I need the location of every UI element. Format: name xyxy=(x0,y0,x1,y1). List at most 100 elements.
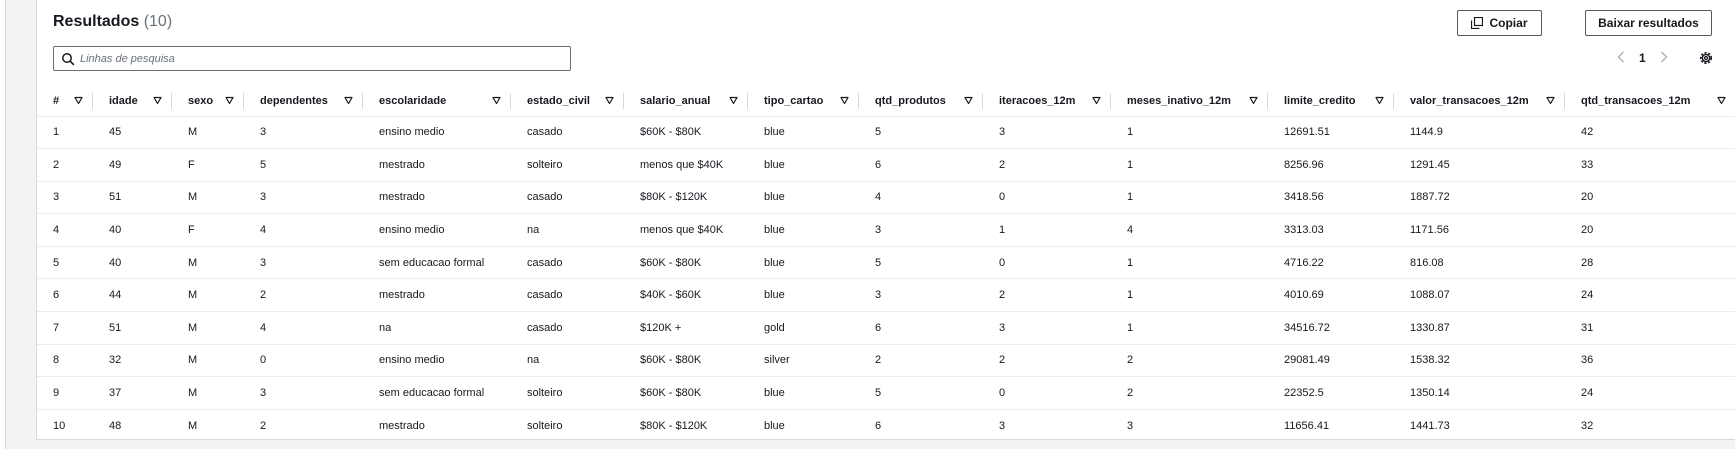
table-cell: M xyxy=(172,408,244,442)
chevron-left-icon[interactable] xyxy=(1617,50,1625,66)
table-cell: 1538.32 xyxy=(1394,343,1565,377)
gear-icon[interactable] xyxy=(1698,50,1714,66)
table-cell: 0 xyxy=(244,343,363,377)
sort-caret-down-icon[interactable] xyxy=(840,96,849,105)
table-row[interactable]: 1 45 M 3 ensino medio casado $60K - $80K blue 5 3… xyxy=(37,115,1735,149)
table-cell: na xyxy=(511,343,624,377)
table-row[interactable]: 7 51 M 4 na casado $120K + gold 6 3 1 34516.72 1330.… xyxy=(37,311,1735,345)
column-header-label: dependentes xyxy=(260,94,328,107)
table-cell: 24 xyxy=(1565,376,1735,410)
sort-caret-down-icon[interactable] xyxy=(1717,96,1726,105)
column-header-valor_transacoes_12m[interactable]: valor_transacoes_12m xyxy=(1394,86,1565,117)
sort-caret-down-icon[interactable] xyxy=(729,96,738,105)
column-header-qtd_produtos[interactable]: qtd_produtos xyxy=(859,86,983,117)
table-cell: M xyxy=(172,245,244,279)
table-cell: 36 xyxy=(1565,343,1735,377)
table-cell: M xyxy=(172,180,244,214)
table-cell: solteiro xyxy=(511,148,624,182)
table-cell: 6 xyxy=(859,148,983,182)
table-row[interactable]: 6 44 M 2 mestrado casado $40K - $60K blue 3 2 1 401… xyxy=(37,278,1735,312)
results-title-label: Resultados xyxy=(53,13,140,30)
table-cell: mestrado xyxy=(363,408,511,442)
column-header-index[interactable]: # xyxy=(37,86,93,117)
column-header-label: estado_civil xyxy=(527,94,590,107)
table-cell: 40 xyxy=(93,213,172,247)
table-cell: 32 xyxy=(1565,408,1735,442)
table-cell: gold xyxy=(748,311,859,345)
table-cell: blue xyxy=(748,180,859,214)
table-cell: menos que $40K xyxy=(624,213,748,247)
table-cell: 22352.5 xyxy=(1268,376,1394,410)
column-header-limite_credito[interactable]: limite_credito xyxy=(1268,86,1394,117)
sort-caret-down-icon[interactable] xyxy=(492,96,501,105)
table-cell: 3 xyxy=(983,115,1111,149)
table-cell: M xyxy=(172,115,244,149)
sort-caret-down-icon[interactable] xyxy=(1249,96,1258,105)
table-header-row: # idade sexo dependentes escolaridade estado_… xyxy=(37,86,1735,117)
table-cell: $120K + xyxy=(624,311,748,345)
table-cell: M xyxy=(172,343,244,377)
table-row[interactable]: 8 32 M 0 ensino medio na $60K - $80K silver 2 2 2 2… xyxy=(37,343,1735,377)
table-row[interactable]: 3 51 M 3 mestrado casado $80K - $120K blue 4 0 1 34… xyxy=(37,180,1735,214)
copy-button-label: Copiar xyxy=(1489,16,1528,30)
table-cell: sem educacao formal xyxy=(363,376,511,410)
table-cell: mestrado xyxy=(363,278,511,312)
table-cell: 1441.73 xyxy=(1394,408,1565,442)
download-results-button[interactable]: Baixar resultados xyxy=(1585,10,1712,36)
table-row[interactable]: 4 40 F 4 ensino medio na menos que $40K blue 3 1 4… xyxy=(37,213,1735,247)
table-cell: 2 xyxy=(244,408,363,442)
column-header-salario_anual[interactable]: salario_anual xyxy=(624,86,748,117)
column-header-label: salario_anual xyxy=(640,94,711,107)
table-cell: 5 xyxy=(859,245,983,279)
column-header-meses_inativo_12m[interactable]: meses_inativo_12m xyxy=(1111,86,1268,117)
column-header-iteracoes_12m[interactable]: iteracoes_12m xyxy=(983,86,1111,117)
sort-caret-down-icon[interactable] xyxy=(153,96,162,105)
table-row[interactable]: 9 37 M 3 sem educacao formal solteiro $60K - $… xyxy=(37,376,1735,410)
table-cell: casado xyxy=(511,180,624,214)
column-header-estado_civil[interactable]: estado_civil xyxy=(511,86,624,117)
copy-button[interactable]: Copiar xyxy=(1457,10,1542,36)
table-cell: 1 xyxy=(1111,311,1268,345)
table-cell: mestrado xyxy=(363,180,511,214)
sort-caret-down-icon[interactable] xyxy=(1092,96,1101,105)
sort-caret-down-icon[interactable] xyxy=(74,96,83,105)
search-icon xyxy=(61,52,75,66)
table-cell: sem educacao formal xyxy=(363,245,511,279)
table-cell: 1 xyxy=(1111,278,1268,312)
table-cell: ensino medio xyxy=(363,115,511,149)
sort-caret-down-icon[interactable] xyxy=(1546,96,1555,105)
table-row[interactable]: 10 48 M 2 mestrado solteiro $80K - $120K blue 6 3… xyxy=(37,408,1735,442)
table-cell: ensino medio xyxy=(363,213,511,247)
column-header-escolaridade[interactable]: escolaridade xyxy=(363,86,511,117)
chevron-right-icon[interactable] xyxy=(1660,50,1668,66)
page-number[interactable]: 1 xyxy=(1635,51,1650,65)
table-cell: 4 xyxy=(244,213,363,247)
column-header-sexo[interactable]: sexo xyxy=(172,86,244,117)
table-cell: 1144.9 xyxy=(1394,115,1565,149)
table-cell: 0 xyxy=(983,245,1111,279)
sort-caret-down-icon[interactable] xyxy=(344,96,353,105)
table-cell: 28 xyxy=(1565,245,1735,279)
table-cell: menos que $40K xyxy=(624,148,748,182)
sort-caret-down-icon[interactable] xyxy=(1375,96,1384,105)
left-rail xyxy=(0,0,6,449)
table-cell: 1 xyxy=(983,213,1111,247)
search-input[interactable] xyxy=(80,52,560,65)
table-row[interactable]: 5 40 M 3 sem educacao formal casado $60K - $80… xyxy=(37,245,1735,279)
sort-caret-down-icon[interactable] xyxy=(225,96,234,105)
table-row[interactable]: 2 49 F 5 mestrado solteiro menos que $40K blue 6… xyxy=(37,148,1735,182)
column-header-dependentes[interactable]: dependentes xyxy=(244,86,363,117)
table-cell: 1 xyxy=(1111,245,1268,279)
column-header-tipo_cartao[interactable]: tipo_cartao xyxy=(748,86,859,117)
column-header-qtd_transacoes_12m[interactable]: qtd_transacoes_12m xyxy=(1565,86,1735,117)
column-header-label: escolaridade xyxy=(379,94,447,107)
column-header-idade[interactable]: idade xyxy=(93,86,172,117)
table-cell: solteiro xyxy=(511,408,624,442)
table-cell: 2 xyxy=(1111,376,1268,410)
table-cell: 2 xyxy=(1111,343,1268,377)
table-cell: 5 xyxy=(244,148,363,182)
table-cell: 48 xyxy=(93,408,172,442)
sort-caret-down-icon[interactable] xyxy=(605,96,614,105)
sort-caret-down-icon[interactable] xyxy=(964,96,973,105)
table-cell: F xyxy=(172,213,244,247)
